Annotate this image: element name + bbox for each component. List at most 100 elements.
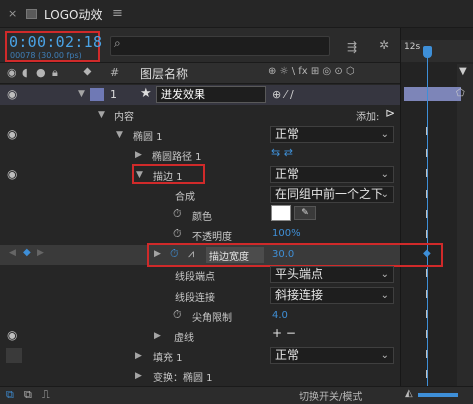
- line-join-label: 线段连接: [175, 293, 215, 304]
- keyframe-marker: I: [425, 308, 429, 321]
- blend-mode-dropdown[interactable]: 正常 ⌄: [270, 347, 394, 364]
- prev-keyframe-icon[interactable]: ◀: [9, 248, 16, 258]
- keyframe-marker: I: [425, 228, 429, 241]
- keyframe-marker: I: [425, 368, 429, 381]
- dashes-label[interactable]: 虚线: [174, 329, 194, 344]
- eye-toggle-off[interactable]: [6, 348, 22, 363]
- keyframe-marker: I: [425, 188, 429, 201]
- expand-arrow-icon[interactable]: ▼: [98, 110, 105, 120]
- keyframe-marker: I: [425, 125, 429, 138]
- transform-group-label[interactable]: 变换：椭圆 1: [153, 369, 213, 384]
- stopwatch-icon[interactable]: ⏱︎: [173, 308, 182, 322]
- layer-number-header: #: [110, 66, 120, 79]
- color-swatch[interactable]: [271, 205, 291, 221]
- composition-tab-title[interactable]: LOGO动效: [44, 6, 102, 23]
- keyframe-marker: I: [425, 267, 429, 280]
- blend-mode-dropdown[interactable]: 正常 ⌄: [270, 166, 394, 183]
- path-direction-icon[interactable]: ⇆ ⇄: [271, 146, 293, 159]
- video-switch-header-icon[interactable]: ◉: [7, 66, 17, 79]
- chevron-down-icon: ⌄: [380, 129, 389, 140]
- miter-limit-value[interactable]: 4.0: [272, 310, 288, 321]
- eye-icon[interactable]: ◉: [7, 328, 17, 342]
- expand-arrow-icon[interactable]: ▼: [78, 89, 85, 99]
- add-label[interactable]: 添加:: [356, 108, 379, 123]
- keyframe-marker: I: [425, 167, 429, 180]
- ellipse-path-label[interactable]: 椭圆路径 1: [152, 148, 202, 163]
- eye-icon[interactable]: ◉: [7, 167, 17, 181]
- close-tab-icon[interactable]: ×: [8, 7, 17, 20]
- fill-group-label[interactable]: 填充 1: [153, 349, 183, 364]
- stroke-width-value[interactable]: 30.0: [272, 249, 294, 260]
- eye-icon[interactable]: ◉: [7, 87, 17, 101]
- ruler-time-label: 12s: [404, 42, 421, 52]
- modes-pane-icon[interactable]: ⧉: [24, 388, 32, 402]
- line-cap-label: 线段端点: [175, 272, 215, 283]
- line-cap-dropdown[interactable]: 平头端点 ⌄: [270, 266, 394, 283]
- keyframe-diamond-icon[interactable]: ◆: [23, 247, 31, 258]
- layer-search-input[interactable]: [110, 36, 330, 56]
- comp-button-icon[interactable]: ⬠: [456, 88, 465, 99]
- ellipse-group-label[interactable]: 椭圆 1: [133, 128, 163, 143]
- in-out-pane-icon[interactable]: ⎍: [42, 388, 50, 402]
- toggle-switches-modes-button[interactable]: 切换开关/模式: [299, 388, 362, 403]
- solo-header-icon[interactable]: ●: [36, 66, 46, 79]
- opacity-label: 不透明度: [192, 232, 232, 243]
- current-time-display[interactable]: 0:00:02:18: [9, 33, 102, 51]
- zoom-out-icon[interactable]: ◭: [405, 388, 413, 399]
- label-tag-icon[interactable]: ⯁: [83, 66, 92, 80]
- line-join-dropdown[interactable]: 斜接连接 ⌄: [270, 287, 394, 304]
- layer-label-color[interactable]: [90, 88, 104, 101]
- comp-flowchart-icon[interactable]: ⇶: [347, 40, 357, 54]
- color-label: 颜色: [192, 212, 212, 223]
- expand-arrow-icon[interactable]: ▼: [136, 170, 143, 180]
- stopwatch-icon[interactable]: ⏱︎: [173, 227, 182, 241]
- layer-name-header[interactable]: 图层名称: [140, 65, 188, 82]
- add-remove-dash-icons[interactable]: + −: [272, 326, 296, 340]
- expand-arrow-icon[interactable]: ▼: [116, 130, 123, 140]
- playhead-handle[interactable]: [423, 46, 432, 58]
- stroke-group-label[interactable]: 描边 1: [153, 168, 183, 183]
- collapse-arrow-icon[interactable]: ▼: [459, 66, 467, 77]
- panel-menu-icon[interactable]: ≡: [112, 6, 123, 21]
- chevron-down-icon: ⌄: [380, 290, 389, 301]
- collapse-arrow-icon[interactable]: ▶: [135, 371, 142, 381]
- collapse-arrow-icon[interactable]: ▶: [135, 150, 142, 160]
- keyframe-marker: I: [425, 288, 429, 301]
- layer-name-field[interactable]: 迸发效果: [156, 86, 266, 103]
- layer-switches[interactable]: ⊕ ⁄ ∕: [272, 88, 294, 101]
- chevron-down-icon: ⌄: [380, 269, 389, 280]
- graph-icon[interactable]: ⩘: [188, 247, 194, 261]
- eyedropper-icon[interactable]: ✎: [294, 206, 316, 220]
- collapse-arrow-icon[interactable]: ▶: [154, 331, 161, 341]
- keyframe-marker: I: [425, 328, 429, 341]
- blend-mode-dropdown[interactable]: 正常 ⌄: [270, 126, 394, 143]
- keyframe-marker: I: [425, 147, 429, 160]
- composite-label: 合成: [175, 192, 195, 203]
- miter-limit-label: 尖角限制: [192, 313, 232, 324]
- shape-layer-star-icon: ★: [140, 86, 152, 101]
- zoom-slider[interactable]: [418, 393, 458, 397]
- chevron-down-icon: ⌄: [380, 169, 389, 180]
- search-icon: ⌕: [114, 36, 121, 50]
- composite-dropdown[interactable]: 在同组中前一个之下 ⌄: [270, 186, 394, 203]
- add-menu-icon[interactable]: ⊳: [385, 106, 395, 120]
- audio-switch-header-icon[interactable]: ◖: [22, 66, 28, 79]
- stopwatch-active-icon[interactable]: ⏱︎: [170, 247, 179, 261]
- switches-header-icons: ⊕ ☼ \ fx ⊞ ◎ ⊙ ⬡: [268, 66, 355, 77]
- lock-header-icon[interactable]: 🔒︎: [52, 66, 58, 80]
- stopwatch-icon[interactable]: ⏱︎: [173, 207, 182, 221]
- keyframe-marker: I: [425, 348, 429, 361]
- contents-label: 内容: [114, 112, 134, 123]
- chevron-down-icon: ⌄: [380, 350, 389, 361]
- composition-icon: [26, 9, 37, 19]
- frame-rate-readout: 00078 (30.00 fps): [10, 51, 82, 60]
- collapse-arrow-icon[interactable]: ▶: [135, 351, 142, 361]
- next-keyframe-icon[interactable]: ▶: [37, 248, 44, 258]
- eye-icon[interactable]: ◉: [7, 127, 17, 141]
- opacity-value[interactable]: 100%: [272, 228, 301, 239]
- layer-switches-pane-icon[interactable]: ⧉: [6, 388, 14, 402]
- 3d-draft-icon[interactable]: ✲: [379, 38, 389, 52]
- timeline-side-strip: [457, 64, 473, 389]
- layer-duration-bar[interactable]: [404, 87, 461, 101]
- stroke-width-label: 描边宽度: [209, 252, 249, 263]
